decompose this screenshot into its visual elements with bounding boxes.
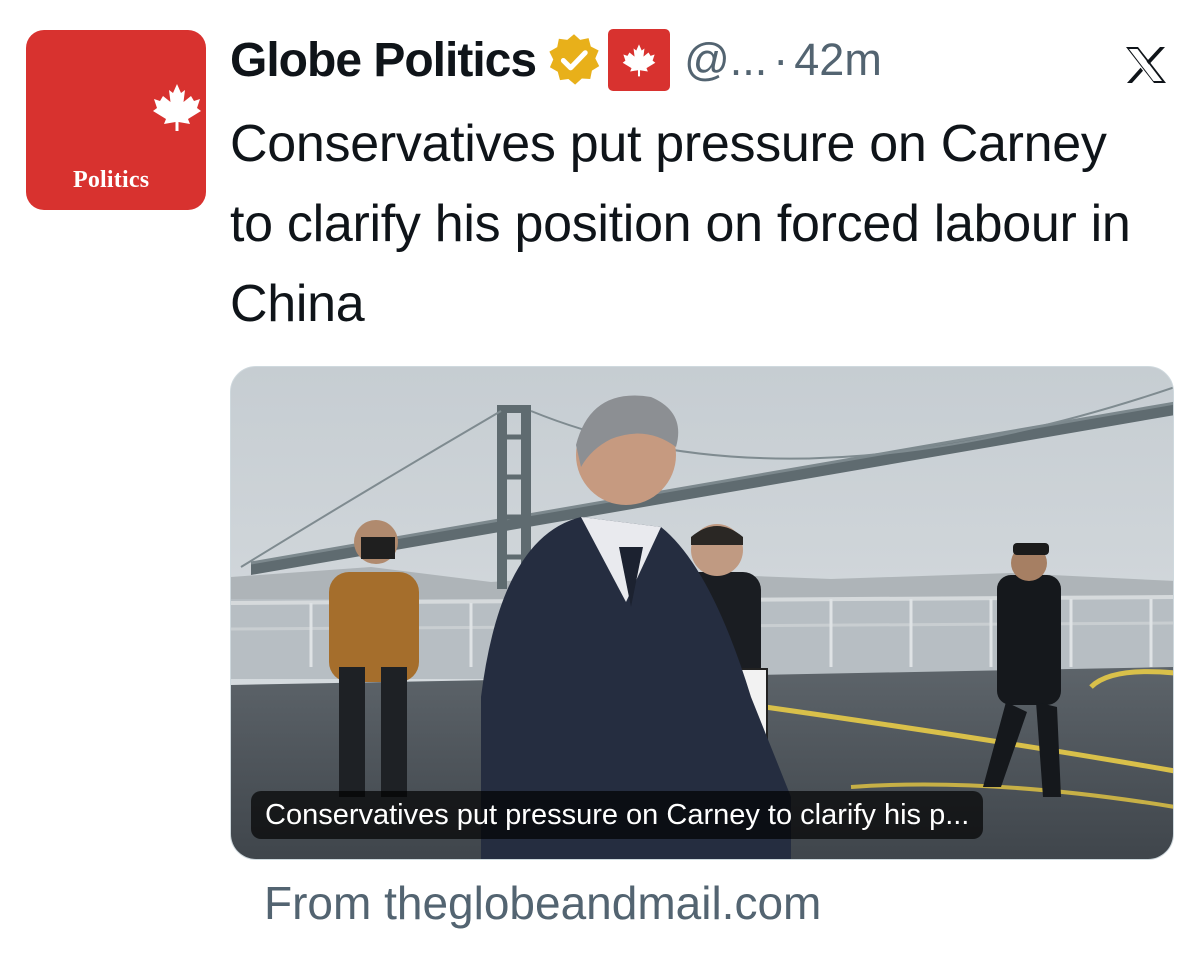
maple-leaf-flag-icon[interactable] — [608, 29, 671, 91]
post-timestamp[interactable]: 42m — [794, 34, 882, 86]
maple-leaf-icon — [153, 84, 201, 131]
account-handle[interactable]: @... — [684, 34, 767, 86]
flag-maple-leaf-icon — [622, 44, 656, 77]
avatar-label: Politics — [73, 167, 150, 193]
post-header: Globe Politics @... · 42m — [230, 28, 882, 92]
link-card[interactable]: Conservatives put pressure on Carney to … — [230, 366, 1174, 860]
x-logo-icon[interactable] — [1124, 46, 1168, 84]
link-card-caption: Conservatives put pressure on Carney to … — [251, 791, 984, 839]
link-source[interactable]: From theglobeandmail.com — [264, 876, 821, 930]
account-avatar[interactable]: Politics — [26, 30, 206, 210]
post-headline: Conservatives put pressure on Carney to … — [230, 115, 1131, 333]
account-name[interactable]: Globe Politics — [230, 33, 537, 88]
gold-check-icon[interactable] — [546, 32, 602, 88]
article-photo — [231, 367, 1173, 859]
header-separator: · — [773, 34, 789, 85]
